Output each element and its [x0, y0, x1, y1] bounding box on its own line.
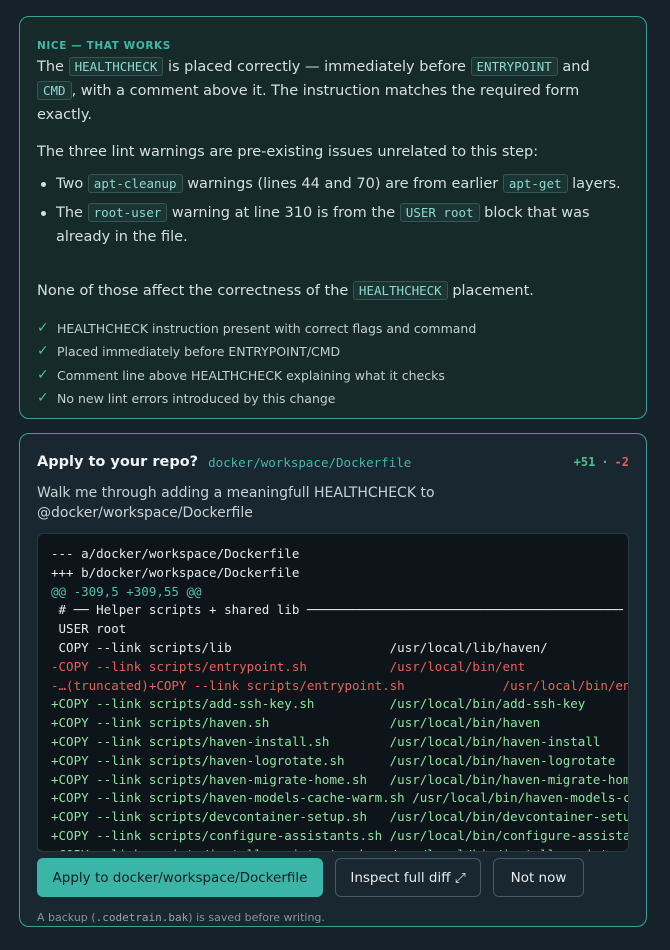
diff-line: +COPY --link scripts/install-assistants.… [51, 846, 628, 851]
inline-code: .codetrain.bak [95, 911, 189, 924]
text: Two [56, 176, 88, 192]
result-paragraph-1: The HEALTHCHECK is placed correctly — im… [37, 55, 629, 127]
check-item: ✓ Placed immediately before ENTRYPOINT/CM… [37, 340, 629, 363]
check-label: No new lint errors introduced by this ch… [57, 390, 336, 406]
diff-line: -COPY --link scripts/entrypoint.sh /usr/… [51, 658, 526, 674]
check-icon: ✓ [37, 366, 49, 383]
diff-line: +COPY --link scripts/haven-logrotate.sh … [51, 752, 616, 768]
inline-code: HEALTHCHECK [68, 57, 164, 76]
apply-card: Apply to your repo? docker/workspace/Doc… [19, 433, 647, 927]
text: None of those affect the correctness of … [37, 283, 353, 299]
diff-line: -…(truncated)+COPY --link scripts/entryp… [51, 677, 629, 693]
diff-line: +COPY --link scripts/configure-assistant… [51, 827, 629, 843]
text: layers. [567, 176, 621, 192]
diff-line: @@ -309,5 +309,55 @@ [51, 583, 202, 599]
diff-line: +COPY --link scripts/haven-migrate-home.… [51, 771, 629, 787]
file-path: docker/workspace/Dockerfile [208, 454, 412, 470]
check-item: ✓ Comment line above HEALTHCHECK explaini… [37, 364, 629, 387]
backup-note: A backup (.codetrain.bak) is saved befor… [37, 911, 629, 924]
result-card: NICE — THAT WORKS The HEALTHCHECK is pla… [19, 16, 647, 419]
checklist: ✓ HEALTHCHECK instruction present with co… [37, 317, 629, 410]
user-prompt: Walk me through adding a meaningfull HEA… [37, 485, 435, 521]
result-eyebrow: NICE — THAT WORKS [37, 40, 171, 52]
diff-line: +COPY --link scripts/add-ssh-key.sh /usr… [51, 696, 586, 712]
check-label: Comment line above HEALTHCHECK explainin… [57, 367, 445, 383]
inline-code: USER root [399, 203, 480, 222]
result-paragraph-2: The three lint warnings are pre-existing… [37, 144, 539, 160]
diff-viewer[interactable]: --- a/docker/workspace/Dockerfile +++ b/d… [37, 533, 629, 852]
not-now-button[interactable]: Not now [493, 858, 584, 897]
stats-separator: · [601, 455, 609, 469]
check-icon: ✓ [37, 389, 49, 406]
diff-line: +COPY --link scripts/haven-install.sh /u… [51, 733, 601, 749]
warning-list: Two apt-cleanup warnings (lines 44 and 7… [37, 172, 629, 249]
text: ) is saved before writing. [188, 911, 325, 924]
inline-code: apt-cleanup [87, 174, 183, 193]
diff-line: COPY --link scripts/lib /usr/local/lib/h… [51, 639, 548, 655]
inline-code: root-user [87, 203, 168, 222]
text: and [557, 59, 590, 75]
diff-line: +COPY --link scripts/devcontainer-setup.… [51, 809, 629, 825]
apply-title: Apply to your repo? [37, 454, 199, 470]
additions-count: +51 [573, 455, 596, 469]
check-item: ✓ No new lint errors introduced by this c… [37, 387, 629, 410]
diff-line: --- a/docker/workspace/Dockerfile [51, 546, 300, 561]
diff-line: USER root [51, 621, 127, 637]
diff-line: # ── Helper scripts + shared lib ───────… [51, 602, 623, 618]
diff-line: +++ b/docker/workspace/Dockerfile [51, 564, 300, 580]
inline-code: ENTRYPOINT [470, 57, 558, 76]
text: warnings (lines 44 and 70) are from earl… [182, 176, 503, 192]
diff-line: +COPY --link scripts/haven-models-cache-… [51, 790, 628, 806]
list-item: The root-user warning at line 310 is fro… [37, 201, 629, 249]
action-buttons: Apply to docker/workspace/Dockerfile Ins… [37, 858, 629, 897]
check-label: Placed immediately before ENTRYPOINT/CMD [57, 344, 341, 360]
diff-stats: +51 · -2 [574, 455, 629, 469]
text: The [37, 59, 69, 75]
text: A backup ( [37, 911, 96, 924]
deletions-count: -2 [614, 455, 629, 469]
check-item: ✓ HEALTHCHECK instruction present with co… [37, 317, 629, 340]
inspect-diff-button[interactable]: Inspect full diff ⤢ [335, 858, 481, 897]
text: is placed correctly — immediately before [163, 59, 471, 75]
check-icon: ✓ [37, 320, 49, 336]
list-item: Two apt-cleanup warnings (lines 44 and 7… [37, 172, 629, 196]
result-paragraph-3: None of those affect the correctness of … [37, 279, 629, 303]
inline-code: CMD [37, 81, 72, 100]
inline-code: HEALTHCHECK [352, 281, 448, 300]
text: The [56, 205, 88, 221]
diff-line: +COPY --link scripts/haven.sh /usr/local… [51, 715, 541, 731]
inline-code: apt-get [502, 174, 568, 193]
check-label: HEALTHCHECK instruction present with cor… [57, 321, 477, 336]
apply-button[interactable]: Apply to docker/workspace/Dockerfile [37, 858, 323, 897]
apply-header: Apply to your repo? docker/workspace/Doc… [37, 452, 629, 472]
text: , with a comment above it. The instructi… [37, 83, 580, 123]
check-icon: ✓ [37, 343, 49, 360]
text: warning at line 310 is from the [167, 205, 400, 221]
text: placement. [447, 283, 534, 299]
